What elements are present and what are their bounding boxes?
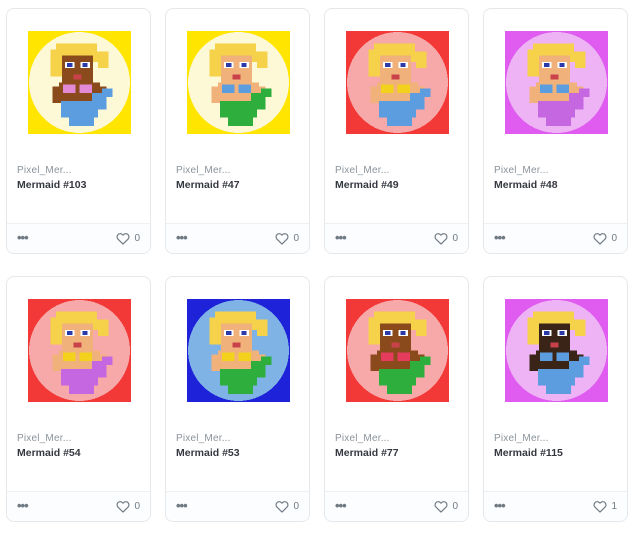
like-button[interactable]: 0 <box>275 232 299 245</box>
more-dots-icon[interactable]: ••• <box>494 499 506 512</box>
like-button[interactable]: 0 <box>434 500 458 513</box>
heart-icon <box>275 233 289 245</box>
like-count: 0 <box>134 233 140 244</box>
nft-card[interactable]: Pixel_Mer... Mermaid #115 ••• 1 <box>483 276 628 522</box>
nft-image[interactable] <box>187 31 290 134</box>
like-button[interactable]: 0 <box>434 232 458 245</box>
collection-name[interactable]: Pixel_Mer... <box>335 433 390 444</box>
nft-card[interactable]: Pixel_Mer... Mermaid #47 ••• 0 <box>165 8 310 254</box>
more-dots-icon[interactable]: ••• <box>335 231 347 244</box>
collection-name[interactable]: Pixel_Mer... <box>17 433 72 444</box>
like-button[interactable]: 0 <box>116 500 140 513</box>
nft-name[interactable]: Mermaid #77 <box>335 447 445 460</box>
heart-icon <box>434 233 448 245</box>
like-count: 0 <box>452 233 458 244</box>
like-count: 0 <box>611 233 617 244</box>
nft-name[interactable]: Mermaid #115 <box>494 447 604 460</box>
heart-icon <box>434 501 448 513</box>
nft-image[interactable] <box>28 299 131 402</box>
like-button[interactable]: 0 <box>116 232 140 245</box>
nft-name[interactable]: Mermaid #53 <box>176 447 286 460</box>
collection-name[interactable]: Pixel_Mer... <box>494 165 549 176</box>
more-dots-icon[interactable]: ••• <box>494 231 506 244</box>
like-button[interactable]: 1 <box>593 500 617 513</box>
nft-image[interactable] <box>505 299 608 402</box>
heart-icon <box>593 233 607 245</box>
card-footer: ••• 1 <box>484 491 627 521</box>
like-count: 0 <box>293 501 299 512</box>
nft-card[interactable]: Pixel_Mer... Mermaid #103 ••• 0 <box>6 8 151 254</box>
collection-name[interactable]: Pixel_Mer... <box>176 433 231 444</box>
nft-name[interactable]: Mermaid #47 <box>176 179 286 192</box>
nft-image[interactable] <box>505 31 608 134</box>
collection-name[interactable]: Pixel_Mer... <box>335 165 390 176</box>
heart-icon <box>593 501 607 513</box>
nft-name[interactable]: Mermaid #103 <box>17 179 127 192</box>
card-footer: ••• 0 <box>325 491 468 521</box>
nft-card[interactable]: Pixel_Mer... Mermaid #48 ••• 0 <box>483 8 628 254</box>
card-footer: ••• 0 <box>166 491 309 521</box>
nft-image[interactable] <box>346 299 449 402</box>
like-button[interactable]: 0 <box>593 232 617 245</box>
heart-icon <box>116 501 130 513</box>
nft-name[interactable]: Mermaid #48 <box>494 179 604 192</box>
nft-image[interactable] <box>346 31 449 134</box>
more-dots-icon[interactable]: ••• <box>335 499 347 512</box>
nft-card[interactable]: Pixel_Mer... Mermaid #77 ••• 0 <box>324 276 469 522</box>
like-count: 1 <box>611 501 617 512</box>
more-dots-icon[interactable]: ••• <box>176 499 188 512</box>
card-footer: ••• 0 <box>7 491 150 521</box>
collection-name[interactable]: Pixel_Mer... <box>17 165 72 176</box>
more-dots-icon[interactable]: ••• <box>176 231 188 244</box>
card-footer: ••• 0 <box>484 223 627 253</box>
like-count: 0 <box>293 233 299 244</box>
like-count: 0 <box>134 501 140 512</box>
more-dots-icon[interactable]: ••• <box>17 231 29 244</box>
card-footer: ••• 0 <box>7 223 150 253</box>
card-footer: ••• 0 <box>325 223 468 253</box>
nft-name[interactable]: Mermaid #49 <box>335 179 445 192</box>
more-dots-icon[interactable]: ••• <box>17 499 29 512</box>
nft-name[interactable]: Mermaid #54 <box>17 447 127 460</box>
heart-icon <box>116 233 130 245</box>
nft-card[interactable]: Pixel_Mer... Mermaid #49 ••• 0 <box>324 8 469 254</box>
nft-image[interactable] <box>187 299 290 402</box>
heart-icon <box>275 501 289 513</box>
nft-card[interactable]: Pixel_Mer... Mermaid #54 ••• 0 <box>6 276 151 522</box>
collection-name[interactable]: Pixel_Mer... <box>494 433 549 444</box>
collection-name[interactable]: Pixel_Mer... <box>176 165 231 176</box>
nft-grid: Pixel_Mer... Mermaid #103 ••• 0 Pixel_Me… <box>0 0 637 533</box>
like-count: 0 <box>452 501 458 512</box>
nft-image[interactable] <box>28 31 131 134</box>
nft-card[interactable]: Pixel_Mer... Mermaid #53 ••• 0 <box>165 276 310 522</box>
card-footer: ••• 0 <box>166 223 309 253</box>
like-button[interactable]: 0 <box>275 500 299 513</box>
